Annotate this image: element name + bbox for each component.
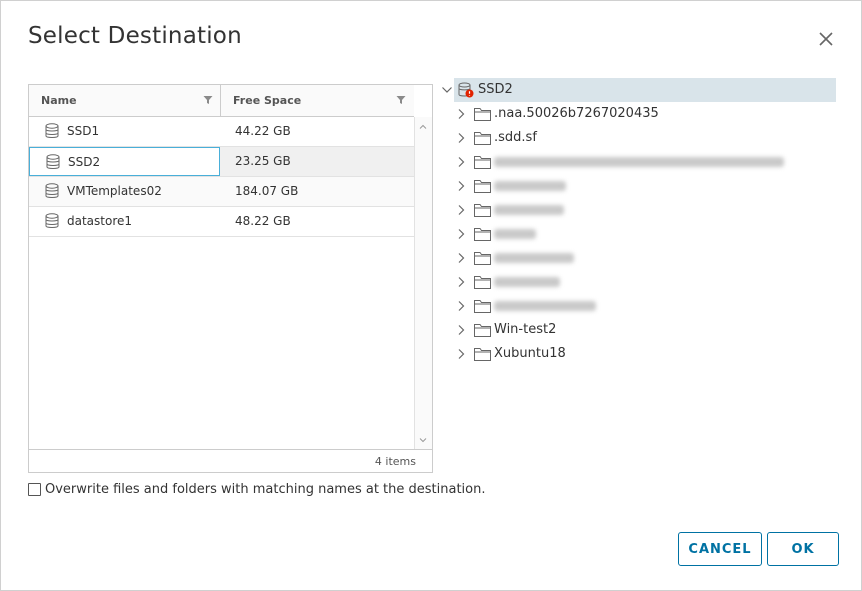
tree-node[interactable] [439, 150, 819, 174]
scroll-down-icon[interactable] [419, 436, 427, 444]
overwrite-label[interactable]: Overwrite files and folders with matchin… [45, 482, 486, 497]
redacted-label [494, 205, 564, 215]
datastore-name: SSD2 [68, 155, 101, 169]
free-space: 44.22 GB [235, 124, 291, 138]
column-header-free-space[interactable]: Free Space [233, 85, 301, 116]
folder-icon [474, 324, 491, 337]
overwrite-checkbox[interactable] [28, 483, 41, 496]
folder-icon [474, 180, 491, 193]
scroll-up-icon[interactable] [419, 123, 427, 131]
name-cell[interactable]: VMTemplates02 [29, 177, 220, 206]
grid-footer: 4 items [29, 449, 432, 472]
datastore-grid: Name Free Space SSD1 44.22 GB SSD2 23.25… [28, 84, 433, 473]
tree-node[interactable] [439, 174, 819, 198]
tree-node[interactable]: .sdd.sf [439, 126, 819, 150]
dialog-title: Select Destination [28, 23, 242, 49]
redacted-label [494, 253, 574, 263]
tree-node[interactable] [439, 294, 819, 318]
cancel-button[interactable]: CANCEL [678, 532, 762, 566]
free-space: 23.25 GB [235, 154, 291, 168]
redacted-label [494, 229, 536, 239]
folder-icon [474, 276, 491, 289]
chevron-right-icon[interactable] [456, 252, 466, 264]
free-space: 184.07 GB [235, 184, 299, 198]
folder-icon [474, 348, 491, 361]
table-row[interactable]: datastore1 48.22 GB [29, 207, 414, 237]
chevron-right-icon[interactable] [456, 348, 466, 360]
tree-root-node[interactable]: SSD2 [454, 78, 836, 102]
datastore-name: datastore1 [67, 214, 133, 228]
column-header-name[interactable]: Name [41, 85, 77, 116]
tree-node[interactable] [439, 270, 819, 294]
tree-node[interactable]: Xubuntu18 [439, 342, 819, 366]
chevron-right-icon[interactable] [456, 276, 466, 288]
folder-icon [474, 108, 491, 121]
redacted-label [494, 181, 566, 191]
redacted-label [494, 157, 784, 167]
grid-scrollbar[interactable] [414, 117, 432, 450]
name-cell[interactable]: SSD1 [29, 117, 220, 146]
name-cell[interactable]: datastore1 [29, 207, 220, 236]
name-cell[interactable]: SSD2 [29, 147, 220, 176]
table-row[interactable]: VMTemplates02 184.07 GB [29, 177, 414, 207]
folder-icon [474, 300, 491, 313]
chevron-right-icon[interactable] [456, 156, 466, 168]
free-space: 48.22 GB [235, 214, 291, 228]
datastore-name: VMTemplates02 [67, 184, 162, 198]
datastore-name: SSD1 [67, 124, 100, 138]
filter-icon[interactable] [396, 95, 406, 105]
tree-node[interactable] [439, 246, 819, 270]
tree-root-label: SSD2 [478, 82, 513, 97]
datastore-icon [45, 183, 59, 198]
tree-node-label: .sdd.sf [494, 130, 537, 145]
chevron-right-icon[interactable] [456, 180, 466, 192]
folder-tree: SSD2 .naa.50026b7267020435 .sdd.sf Win-t… [439, 78, 839, 368]
item-count: 4 items [374, 455, 416, 468]
tree-node[interactable]: Win-test2 [439, 318, 819, 342]
tree-node[interactable]: .naa.50026b7267020435 [439, 102, 819, 126]
datastore-icon [45, 213, 59, 228]
folder-icon [474, 252, 491, 265]
chevron-down-icon[interactable] [441, 84, 453, 96]
tree-node-label: Xubuntu18 [494, 346, 566, 361]
close-icon[interactable] [816, 29, 836, 49]
column-divider[interactable] [220, 85, 221, 116]
tree-node-label: Win-test2 [494, 322, 557, 337]
grid-header: Name Free Space [29, 85, 414, 117]
folder-icon [474, 156, 491, 169]
filter-icon[interactable] [203, 95, 213, 105]
tree-node[interactable] [439, 198, 819, 222]
tree-node-label: .naa.50026b7267020435 [494, 106, 659, 121]
chevron-right-icon[interactable] [456, 204, 466, 216]
chevron-right-icon[interactable] [456, 108, 466, 120]
grid-rows: SSD1 44.22 GB SSD2 23.25 GB VMTemplates0… [29, 117, 414, 237]
ok-button[interactable]: OK [767, 532, 839, 566]
folder-icon [474, 228, 491, 241]
folder-icon [474, 204, 491, 217]
table-row[interactable]: SSD2 23.25 GB [29, 147, 414, 177]
chevron-right-icon[interactable] [456, 228, 466, 240]
redacted-label [494, 277, 560, 287]
folder-icon [474, 132, 491, 145]
select-destination-dialog: Select Destination Name Free Space SSD1 … [0, 0, 862, 591]
chevron-right-icon[interactable] [456, 300, 466, 312]
datastore-icon [45, 123, 59, 138]
chevron-right-icon[interactable] [456, 132, 466, 144]
table-row[interactable]: SSD1 44.22 GB [29, 117, 414, 147]
redacted-label [494, 301, 596, 311]
chevron-right-icon[interactable] [456, 324, 466, 336]
datastore-icon [46, 154, 60, 169]
tree-node[interactable] [439, 222, 819, 246]
datastore-warning-icon [458, 82, 474, 98]
